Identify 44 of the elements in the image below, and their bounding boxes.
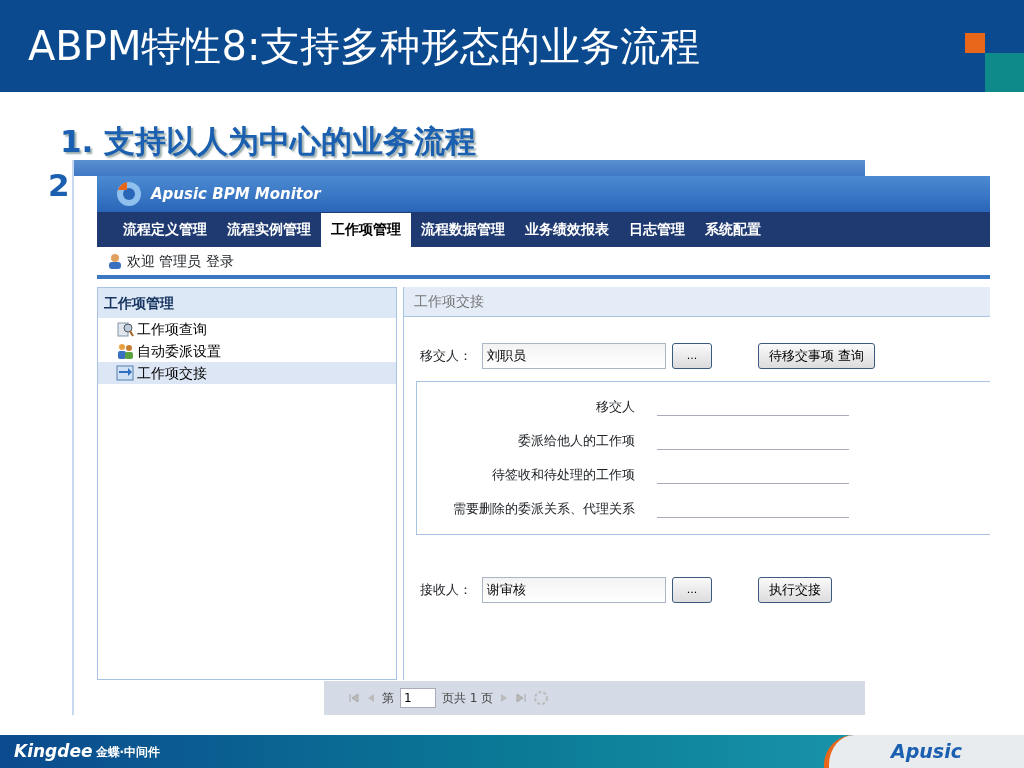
brand-logo: Kingdee [14, 739, 93, 763]
page-count: 页共 1 页 [442, 690, 494, 707]
nav-tab[interactable]: 工作项管理 [321, 213, 411, 247]
browse-button[interactable]: ... [672, 343, 712, 369]
nav-tab[interactable]: 流程数据管理 [411, 213, 515, 247]
brand-logo: Apusic [891, 739, 962, 765]
bullet-heading: 2 [48, 166, 70, 205]
panel-header: 工作项交接 [404, 287, 990, 317]
action-button[interactable]: 执行交接 [758, 577, 832, 603]
summary-label: 需要删除的委派关系、代理关系 [452, 500, 635, 519]
page-input[interactable]: 1 [400, 688, 436, 708]
browse-button[interactable]: ... [672, 577, 712, 603]
tree-item[interactable]: 自动委派设置 [98, 340, 396, 362]
action-button[interactable]: 待移交事项 查询 [758, 343, 876, 369]
swap-icon [116, 364, 134, 382]
summary-label: 待签收和待处理的工作项 [491, 466, 635, 485]
tree-item[interactable]: 工作项查询 [98, 318, 396, 340]
nav-tab[interactable]: 流程实例管理 [217, 213, 321, 247]
nav-tab[interactable]: 日志管理 [619, 213, 695, 247]
nav-tab[interactable]: 系统配置 [695, 213, 771, 247]
sidebar-header: 工作项管理 [98, 288, 396, 318]
people-icon [116, 342, 134, 360]
input-field[interactable]: 刘职员 [482, 343, 666, 369]
previous-page-icon [366, 692, 376, 704]
logo-icon [115, 180, 143, 208]
nav-tab[interactable]: 流程定义管理 [113, 213, 217, 247]
page-label: 第 [382, 690, 394, 707]
summary-label: 委派给他人的工作项 [517, 432, 635, 451]
bullet-heading: 1. 支持以人为中心的业务流程 [60, 122, 477, 161]
brand-text: 金蝶·中间件 [95, 743, 161, 761]
welcome-text: 欢迎 管理员 登录 [127, 251, 234, 271]
search-icon [116, 320, 134, 338]
refresh-icon [533, 690, 550, 706]
first-page-icon [348, 692, 360, 704]
input-field[interactable]: 谢审核 [482, 577, 666, 603]
app-title: Apusic BPM Monitor [151, 183, 321, 205]
tree-item[interactable]: 工作项交接 [98, 362, 396, 384]
field-label: 移交人： [420, 347, 473, 366]
last-page-icon [515, 692, 528, 704]
user-icon [107, 253, 123, 269]
slide-title: ABPM特性8:支持多种形态的业务流程 [28, 22, 701, 71]
nav-tab[interactable]: 业务绩效报表 [515, 213, 619, 247]
summary-label: 移交人 [595, 398, 635, 417]
field-label: 接收人： [420, 581, 473, 600]
